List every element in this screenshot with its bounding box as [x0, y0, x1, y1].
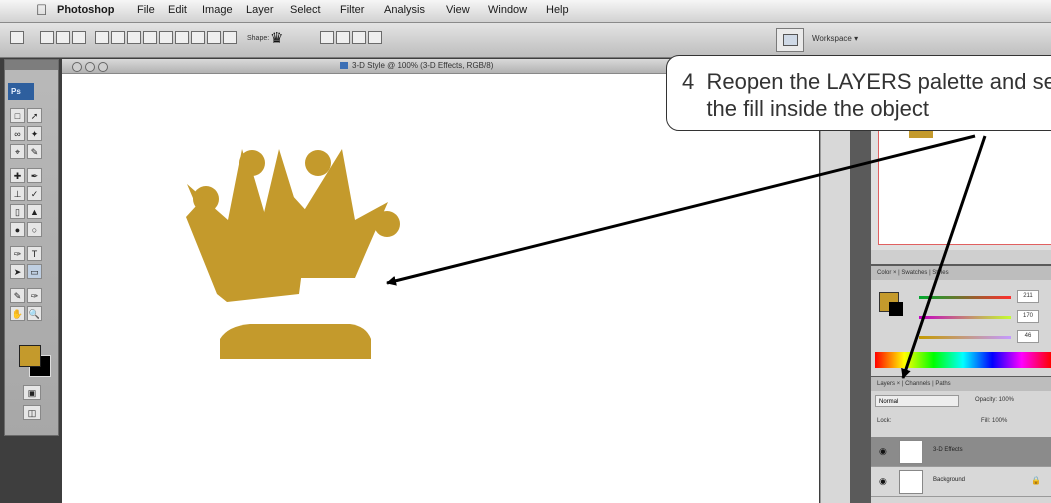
arrow-to-crown	[386, 134, 976, 286]
annotation-arrows	[386, 134, 987, 379]
arrow-to-layers-tab	[901, 135, 987, 379]
